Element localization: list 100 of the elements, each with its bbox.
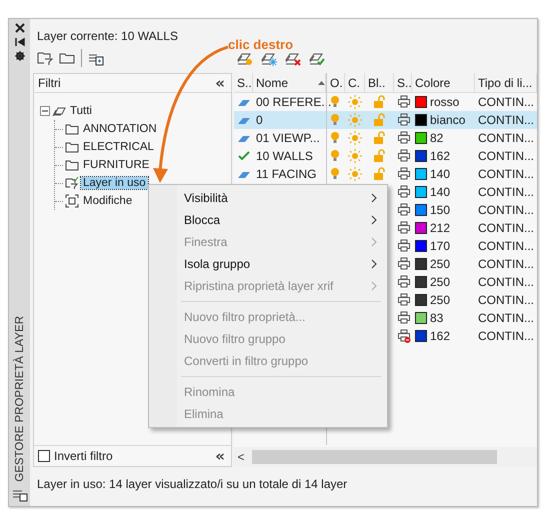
filter-folder-icon[interactable] xyxy=(37,50,53,66)
collapse-button[interactable]: « xyxy=(213,76,227,90)
printer-icon xyxy=(397,221,411,235)
linetype: CONTIN... xyxy=(478,293,534,307)
unlocked-icon xyxy=(373,149,385,163)
column-header[interactable]: Colore xyxy=(412,73,475,92)
color-name: 83 xyxy=(430,311,444,325)
linetype: CONTIN... xyxy=(478,131,534,145)
layer-name: 00 REFERE... xyxy=(256,95,332,109)
tree-item[interactable]: FURNITURE xyxy=(81,159,152,171)
color-name: 250 xyxy=(430,293,450,307)
layer-name: 10 WALLS xyxy=(256,149,313,163)
color-name: 140 xyxy=(430,185,450,199)
lightbulb-icon xyxy=(330,113,340,127)
menu-item[interactable]: Blocca xyxy=(149,209,387,231)
pin-icon[interactable] xyxy=(14,37,24,47)
tree-item[interactable]: Layer in uso xyxy=(81,177,148,189)
color-name: 140 xyxy=(430,167,450,181)
printer-icon xyxy=(397,167,411,181)
pane-title: Filtri xyxy=(38,76,61,90)
printer-icon xyxy=(397,203,411,217)
color-name: 250 xyxy=(430,257,450,271)
color-name: bianco xyxy=(430,113,466,127)
color-name: rosso xyxy=(430,95,460,109)
scrollbar-thumb[interactable] xyxy=(252,450,497,464)
unlocked-icon xyxy=(373,167,385,181)
column-header[interactable]: Tipo di li... xyxy=(475,73,537,92)
printer-icon xyxy=(397,239,411,253)
linetype: CONTIN... xyxy=(478,185,534,199)
tree-item[interactable]: Tutti xyxy=(68,105,94,117)
linetype: CONTIN... xyxy=(478,149,534,163)
chevron-icon xyxy=(371,193,377,203)
tree-item[interactable]: Modifiche xyxy=(81,195,134,207)
linetype: CONTIN... xyxy=(478,257,534,271)
tree-item[interactable]: ELECTRICAL xyxy=(81,141,156,153)
printer-icon xyxy=(397,275,411,289)
column-header[interactable]: Bl.. xyxy=(365,73,394,92)
unlocked-icon xyxy=(373,131,385,145)
color-name: 170 xyxy=(430,239,450,253)
column-header[interactable]: C. xyxy=(345,73,365,92)
column-header[interactable]: S.. xyxy=(234,73,253,92)
chevron-icon xyxy=(371,215,377,225)
lightbulb-icon xyxy=(330,95,340,109)
layer-name: 11 FACING xyxy=(256,167,316,181)
chevron-icon xyxy=(371,259,377,269)
printer-icon xyxy=(397,131,411,145)
unlocked-icon xyxy=(373,113,385,127)
lightbulb-icon xyxy=(330,167,340,181)
color-name: 82 xyxy=(430,131,444,145)
unlocked-icon xyxy=(373,95,385,109)
color-name: 250 xyxy=(430,275,450,289)
layer-name: 01 VIEWP... xyxy=(256,131,320,145)
linetype: CONTIN... xyxy=(478,221,534,235)
linetype: CONTIN... xyxy=(478,167,534,181)
linetype: CONTIN... xyxy=(478,275,534,289)
menu-item[interactable]: Isola gruppo xyxy=(149,253,387,275)
palette-title: GESTORE PROPRIETÀ LAYER xyxy=(14,316,26,482)
scroll-left-button[interactable]: < xyxy=(234,450,248,464)
linetype: CONTIN... xyxy=(478,329,534,343)
sun-icon xyxy=(348,95,362,109)
check-icon xyxy=(237,149,251,163)
checkbox-label: Inverti filtro xyxy=(54,449,113,463)
menu-item[interactable]: Visibilità xyxy=(149,187,387,209)
folder-icon xyxy=(65,158,79,172)
folder-icon xyxy=(65,122,79,136)
printer-disabled-icon xyxy=(397,329,411,343)
chevron-icon xyxy=(371,237,377,247)
lightbulb-icon xyxy=(330,131,340,145)
layer-name: 0 xyxy=(256,113,263,127)
settings-icon[interactable] xyxy=(14,51,24,61)
frame-icon xyxy=(65,194,79,208)
linetype: CONTIN... xyxy=(478,113,534,127)
color-name: 162 xyxy=(430,329,450,343)
tree-item[interactable]: ANNOTATION xyxy=(81,123,159,135)
collapse-button[interactable]: « xyxy=(213,449,227,463)
color-name: 162 xyxy=(430,149,450,163)
checkbox[interactable] xyxy=(38,450,50,462)
printer-icon xyxy=(397,257,411,271)
color-name: 212 xyxy=(430,221,450,235)
column-header[interactable]: S.. xyxy=(394,73,412,92)
sun-icon xyxy=(348,131,362,145)
lightbulb-icon xyxy=(330,149,340,163)
color-name: 150 xyxy=(430,203,450,217)
current-layer: Layer corrente: 10 WALLS xyxy=(36,29,178,45)
printer-icon xyxy=(397,95,411,109)
sun-icon xyxy=(348,113,362,127)
sort-icon xyxy=(318,80,325,85)
status-text: Layer in uso: 14 layer visualizzato/i su un totale di 14 layer xyxy=(37,476,348,490)
folder-icon xyxy=(65,140,79,154)
sun-icon xyxy=(348,167,362,181)
collapse-icon[interactable] xyxy=(40,106,50,116)
linetype: CONTIN... xyxy=(478,95,534,109)
printer-icon xyxy=(397,293,411,307)
annotation: clic destro xyxy=(228,37,294,52)
linetype: CONTIN... xyxy=(478,203,534,217)
close-icon[interactable] xyxy=(14,23,24,33)
linetype: CONTIN... xyxy=(478,311,534,325)
linetype: CONTIN... xyxy=(478,239,534,253)
filter-icon xyxy=(65,176,79,190)
printer-icon xyxy=(397,113,411,127)
